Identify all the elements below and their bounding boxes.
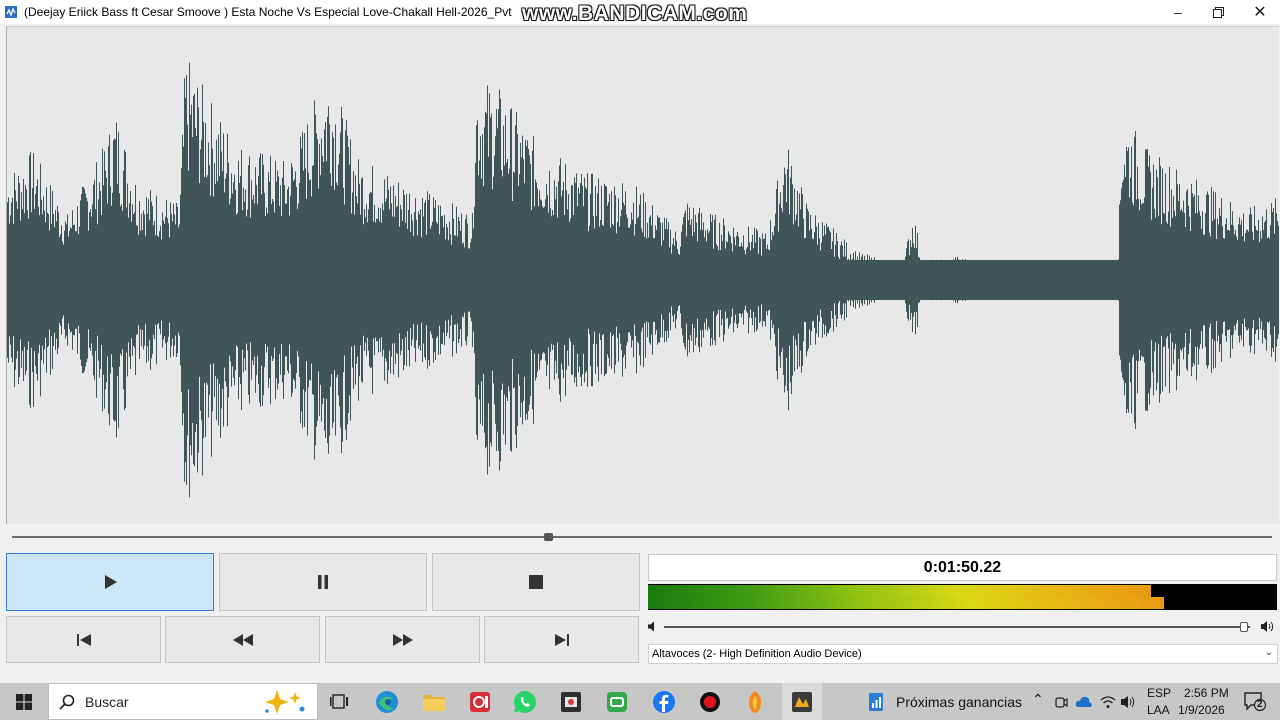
app-icon [5, 6, 17, 18]
volume-thumb[interactable] [1240, 622, 1249, 632]
language-indicator[interactable]: ESP [1147, 686, 1171, 700]
minimize-icon: – [1174, 4, 1182, 20]
app-green-icon[interactable] [604, 689, 630, 715]
seek-thumb[interactable] [543, 533, 553, 541]
taskbar-search[interactable]: Buscar [48, 683, 318, 720]
window-title: (Deejay Eriick Bass ft Cesar Smoove ) Es… [24, 5, 512, 19]
keyboard-layout-indicator[interactable]: LAA [1147, 703, 1170, 717]
volume-low-icon [648, 621, 654, 632]
restore-button[interactable] [1196, 0, 1240, 24]
volume-high-icon [1261, 621, 1274, 632]
chevron-up-icon[interactable]: ⌃ [1032, 691, 1044, 708]
search-icon [59, 694, 75, 710]
widget-label[interactable]: Próximas ganancias [896, 694, 1022, 710]
stock-widget-icon[interactable] [868, 692, 886, 712]
whatsapp-icon[interactable] [512, 689, 538, 715]
waveform-core [7, 260, 1279, 300]
output-device-label: Altavoces (2- High Definition Audio Devi… [652, 648, 862, 660]
notification-count: 2 [1257, 699, 1263, 710]
edge-browser-icon[interactable] [374, 689, 400, 715]
meet-now-icon[interactable] [1054, 695, 1068, 709]
level-meter [648, 584, 1277, 610]
previous-track-button[interactable] [6, 616, 161, 663]
wifi-icon[interactable] [1100, 694, 1116, 710]
chevron-down-icon: ⌄ [1264, 647, 1273, 658]
minimize-button[interactable]: – [1156, 0, 1200, 24]
seek-bar[interactable] [12, 536, 1272, 538]
stop-icon [529, 575, 543, 589]
clock-time[interactable]: 2:56 PM [1184, 686, 1229, 700]
clock-date[interactable]: 1/9/2026 [1178, 703, 1225, 717]
level-meter-left [648, 585, 1152, 597]
cloud-icon[interactable] [1075, 694, 1093, 710]
restore-icon [1212, 6, 1224, 18]
skip-next-icon [554, 633, 569, 646]
search-placeholder: Buscar [85, 694, 129, 710]
close-button[interactable]: ✕ [1238, 0, 1280, 24]
file-explorer-icon[interactable] [421, 689, 447, 715]
level-meter-right [648, 597, 1164, 609]
play-button[interactable] [6, 553, 214, 611]
app-red-icon[interactable] [467, 689, 493, 715]
stop-button[interactable] [432, 553, 640, 611]
fl-studio-icon[interactable] [742, 689, 768, 715]
bandicam-record-icon[interactable] [697, 689, 723, 715]
fast-forward-button[interactable] [325, 616, 480, 663]
windows-start-icon[interactable] [16, 694, 32, 710]
waveform-view[interactable] [6, 26, 1279, 524]
output-device-select[interactable]: Altavoces (2- High Definition Audio Devi… [648, 644, 1278, 664]
rewind-button[interactable] [165, 616, 320, 663]
speaker-icon[interactable] [1120, 694, 1136, 710]
taskbar: Buscar Próximas ganancias ⌃ ESP LAA 2:56… [0, 683, 1280, 720]
volume-slider[interactable] [664, 626, 1250, 628]
recorder-watermark: www.BANDICAM.com [522, 2, 748, 25]
skip-previous-icon [76, 633, 91, 646]
task-view-icon[interactable] [327, 689, 353, 715]
app-dark-icon[interactable] [558, 689, 584, 715]
audio-player-taskbar-icon[interactable] [789, 689, 815, 715]
pause-button[interactable] [219, 553, 427, 611]
waveform [7, 62, 1279, 498]
rewind-icon [232, 633, 253, 646]
fast-forward-icon [392, 633, 413, 646]
title-bar: (Deejay Eriick Bass ft Cesar Smoove ) Es… [0, 0, 1280, 25]
time-display: 0:01:50.22 [648, 554, 1277, 581]
next-track-button[interactable] [484, 616, 639, 663]
search-highlight-icon [265, 690, 305, 714]
facebook-icon[interactable] [651, 689, 677, 715]
close-icon: ✕ [1253, 4, 1267, 21]
play-icon [105, 575, 117, 589]
pause-icon [318, 575, 328, 589]
